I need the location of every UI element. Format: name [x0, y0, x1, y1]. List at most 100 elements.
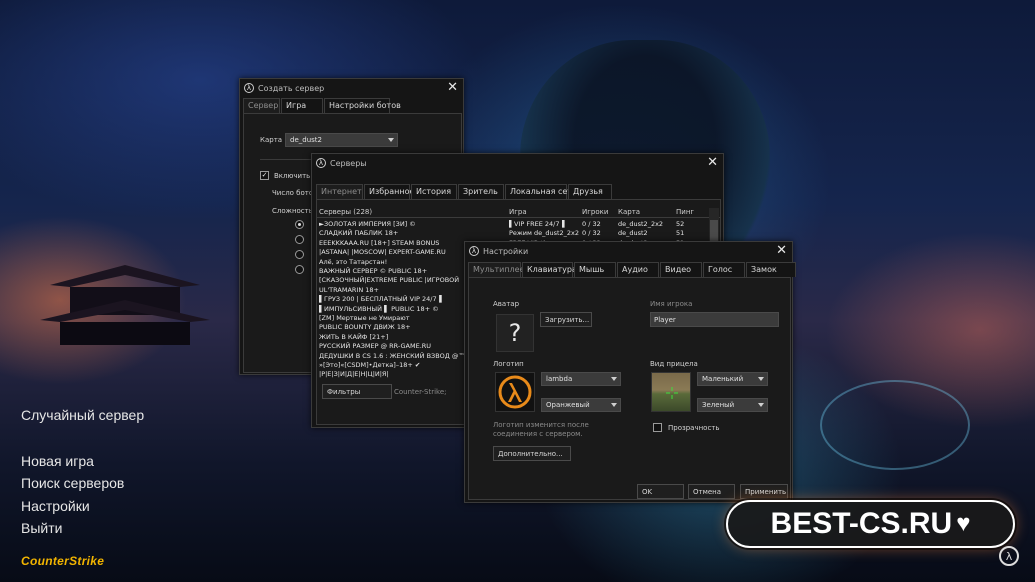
cell-map: de_dust2_2x2 — [618, 220, 664, 228]
column-ping[interactable]: Пинг — [676, 208, 694, 216]
crosshair-color-dropdown[interactable]: Зеленый — [697, 398, 768, 412]
menu-find-servers[interactable]: Поиск серверов — [21, 475, 124, 491]
logo-label: Логотип — [493, 360, 524, 368]
advanced-button[interactable]: Дополнительно... — [493, 446, 571, 461]
settings-titlebar[interactable]: λ Настройки — [465, 242, 792, 260]
chevron-down-icon — [758, 377, 764, 381]
difficulty-radio-hard[interactable] — [295, 250, 304, 259]
crosshair-label: Вид прицела — [650, 360, 698, 368]
filter-game-label: Counter-Strike; — [394, 388, 447, 396]
lambda-logo-icon — [498, 375, 532, 409]
tab-spectate[interactable]: Зритель — [458, 184, 504, 199]
lambda-icon: λ — [316, 158, 326, 168]
cell-ping: 52 — [676, 220, 685, 228]
servers-titlebar[interactable]: λ Серверы — [312, 154, 723, 172]
logo-note: Логотип изменится после соединения с сер… — [493, 421, 589, 438]
pagoda-silhouette — [40, 265, 210, 345]
tab-voice[interactable]: Голос — [703, 262, 745, 277]
tab-lan[interactable]: Локальная сеть — [505, 184, 577, 199]
map-label: Карта — [260, 136, 283, 144]
menu-new-game[interactable]: Новая игра — [21, 453, 94, 469]
cell-map: de_dust2 — [618, 229, 648, 238]
tab-game[interactable]: Игра — [281, 98, 323, 113]
map-value: de_dust2 — [290, 136, 322, 144]
transparency-checkbox[interactable] — [653, 423, 662, 432]
tab-internet[interactable]: Интернет — [316, 184, 363, 199]
tab-history[interactable]: История — [411, 184, 457, 199]
tab-server[interactable]: Сервер — [243, 98, 280, 113]
tab-keyboard[interactable]: Клавиатура — [522, 262, 577, 277]
crosshair-size-dropdown[interactable]: Маленький — [697, 372, 768, 386]
lambda-icon: λ — [469, 246, 479, 256]
lambda-logo-preview — [495, 372, 535, 412]
tab-lock[interactable]: Замок — [746, 262, 796, 277]
cell-ping: 51 — [676, 229, 685, 238]
close-icon[interactable]: ✕ — [707, 156, 718, 169]
crosshair-icon — [666, 387, 678, 399]
difficulty-radio-easy[interactable] — [295, 220, 304, 229]
player-name-input[interactable] — [650, 312, 779, 327]
map-dropdown[interactable]: de_dust2 — [285, 133, 398, 147]
chevron-down-icon — [611, 403, 617, 407]
column-game[interactable]: Игра — [509, 208, 527, 216]
cell-name: СЛАДКИЙ ПАБЛИК 18+ — [319, 229, 399, 238]
crosshair-size-value: Маленький — [702, 375, 744, 383]
tab-bot-settings[interactable]: Настройки ботов — [324, 98, 401, 113]
apply-button[interactable]: Применить — [740, 484, 788, 499]
best-cs-watermark: BEST-CS.RU ♥ — [726, 500, 1015, 548]
logo-color-dropdown[interactable]: Оранжевый — [541, 398, 621, 412]
cell-game: ▌VIP FREE 24/7▐ — [509, 220, 565, 228]
chevron-down-icon — [611, 377, 617, 381]
tab-video[interactable]: Видео — [660, 262, 702, 277]
chevron-down-icon — [388, 138, 394, 142]
ok-button[interactable]: OK — [637, 484, 684, 499]
counter-strike-logo: CounterStrike — [21, 554, 105, 568]
crosshair-preview — [651, 372, 691, 412]
column-players[interactable]: Игроки — [582, 208, 608, 216]
close-icon[interactable]: ✕ — [447, 81, 458, 94]
difficulty-radio-expert[interactable] — [295, 265, 304, 274]
cancel-button[interactable]: Отмена — [688, 484, 735, 499]
cell-players: 0 / 32 — [582, 229, 601, 238]
server-list-header: Серверы (228) Игра Игроки Карта Пинг — [317, 207, 720, 218]
cell-players: 0 / 32 — [582, 220, 601, 228]
filters-button[interactable]: Фильтры — [322, 384, 392, 399]
tab-multiplayer[interactable]: Мультиплеер — [468, 262, 530, 277]
scroll-thumb[interactable] — [710, 220, 718, 242]
close-icon[interactable]: ✕ — [776, 244, 787, 257]
tab-audio[interactable]: Аудио — [617, 262, 659, 277]
menu-quit[interactable]: Выйти — [21, 520, 62, 536]
column-servers[interactable]: Серверы (228) — [319, 208, 372, 216]
create-server-title: Создать сервер — [258, 83, 325, 93]
enable-bots-checkbox[interactable]: ✓ — [260, 171, 269, 180]
difficulty-radio-normal[interactable] — [295, 235, 304, 244]
tab-mouse[interactable]: Мышь — [574, 262, 616, 277]
cell-name: ►ЗОЛОТАЯ ИМПЕРИЯ [ЗИ] © — [319, 220, 416, 228]
transparency-label: Прозрачность — [668, 424, 720, 432]
logo-color-value: Оранжевый — [546, 401, 590, 409]
menu-random-server[interactable]: Случайный сервер — [21, 407, 144, 423]
lambda-corner-icon: λ — [999, 546, 1019, 566]
player-name-label: Имя игрока — [650, 300, 693, 308]
glow-wave — [820, 380, 970, 470]
settings-window: λ Настройки ✕ Мультиплеер Клавиатура Мыш… — [464, 241, 796, 503]
crosshair-color-value: Зеленый — [702, 401, 735, 409]
difficulty-label: Сложность — [272, 207, 313, 215]
logo-dropdown[interactable]: lambda — [541, 372, 621, 386]
cell-game: Режим de_dust2_2x2 — [509, 229, 580, 238]
settings-title: Настройки — [483, 246, 529, 256]
chevron-down-icon — [758, 403, 764, 407]
tab-favorites[interactable]: Избранное — [364, 184, 414, 199]
logo-value: lambda — [546, 375, 573, 383]
column-map[interactable]: Карта — [618, 208, 640, 216]
lambda-icon: λ — [244, 83, 254, 93]
tab-friends[interactable]: Друзья — [568, 184, 612, 199]
multiplayer-panel: Аватар ? Загрузить... Имя игрока Логотип… — [468, 277, 791, 500]
servers-title: Серверы — [330, 158, 367, 168]
watermark-text: BEST-CS.RU — [770, 507, 953, 540]
create-server-titlebar[interactable]: λ Создать сервер — [240, 79, 463, 97]
menu-settings[interactable]: Настройки — [21, 498, 90, 514]
heart-icon: ♥ — [956, 510, 971, 537]
avatar: ? — [496, 314, 534, 352]
upload-avatar-button[interactable]: Загрузить... — [540, 312, 592, 327]
